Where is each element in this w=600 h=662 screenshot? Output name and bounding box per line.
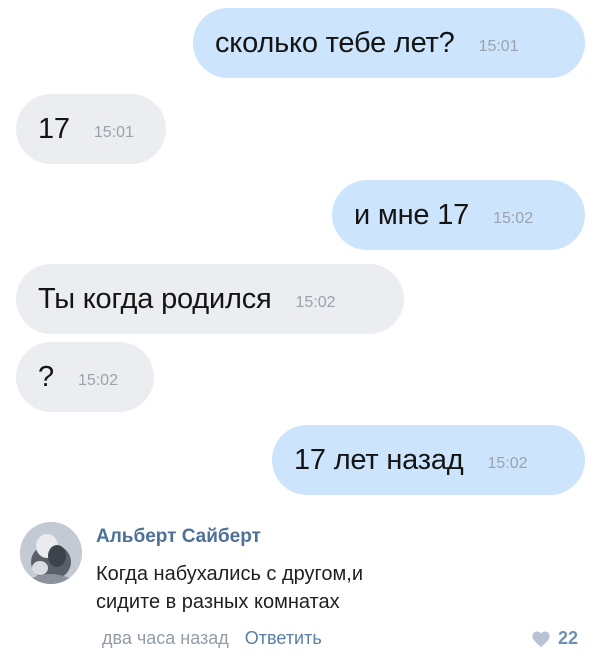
like-count: 22: [557, 628, 578, 648]
comment-meta: два часа назад Ответить: [102, 628, 322, 649]
comment: Альберт Сайберт Когда набухались с друго…: [20, 520, 590, 660]
message-bubble-outgoing[interactable]: 17 лет назад 15:02: [272, 425, 585, 495]
reply-button[interactable]: Ответить: [245, 628, 322, 649]
message-bubble-incoming[interactable]: 17 15:01: [16, 94, 166, 164]
message-bubble-outgoing[interactable]: и мне 17 15:02: [332, 180, 585, 250]
message-time: 15:01: [93, 124, 134, 141]
message-text: 17: [38, 112, 70, 145]
chat-screenshot: сколько тебе лет? 15:01 17 15:01 и мне 1…: [0, 0, 600, 662]
message-time: 15:02: [493, 210, 534, 227]
comment-line: Когда набухались с другом,и: [96, 563, 364, 585]
message-bubble-outgoing[interactable]: сколько тебе лет? 15:01: [193, 8, 585, 78]
like-button[interactable]: 22: [531, 628, 578, 649]
heart-icon: [531, 630, 551, 648]
message-text: ?: [38, 360, 54, 393]
message-text: сколько тебе лет?: [215, 26, 455, 59]
message-bubble-incoming[interactable]: ? 15:02: [16, 342, 154, 412]
message-text: Ты когда родился: [38, 282, 272, 315]
avatar[interactable]: [20, 522, 82, 584]
message-time: 15:01: [478, 38, 519, 55]
message-bubble-incoming[interactable]: Ты когда родился 15:02: [16, 264, 404, 334]
comment-line: сидите в разных комнатах: [96, 591, 340, 613]
message-text: и мне 17: [354, 198, 470, 231]
comment-timestamp: два часа назад: [102, 628, 229, 648]
message-time: 15:02: [487, 455, 528, 472]
message-time: 15:02: [77, 372, 118, 389]
message-text: 17 лет назад: [294, 443, 464, 476]
comment-text: Когда набухались с другом,и сидите в раз…: [96, 560, 516, 616]
message-time: 15:02: [295, 294, 336, 311]
comment-author[interactable]: Альберт Сайберт: [96, 526, 261, 548]
